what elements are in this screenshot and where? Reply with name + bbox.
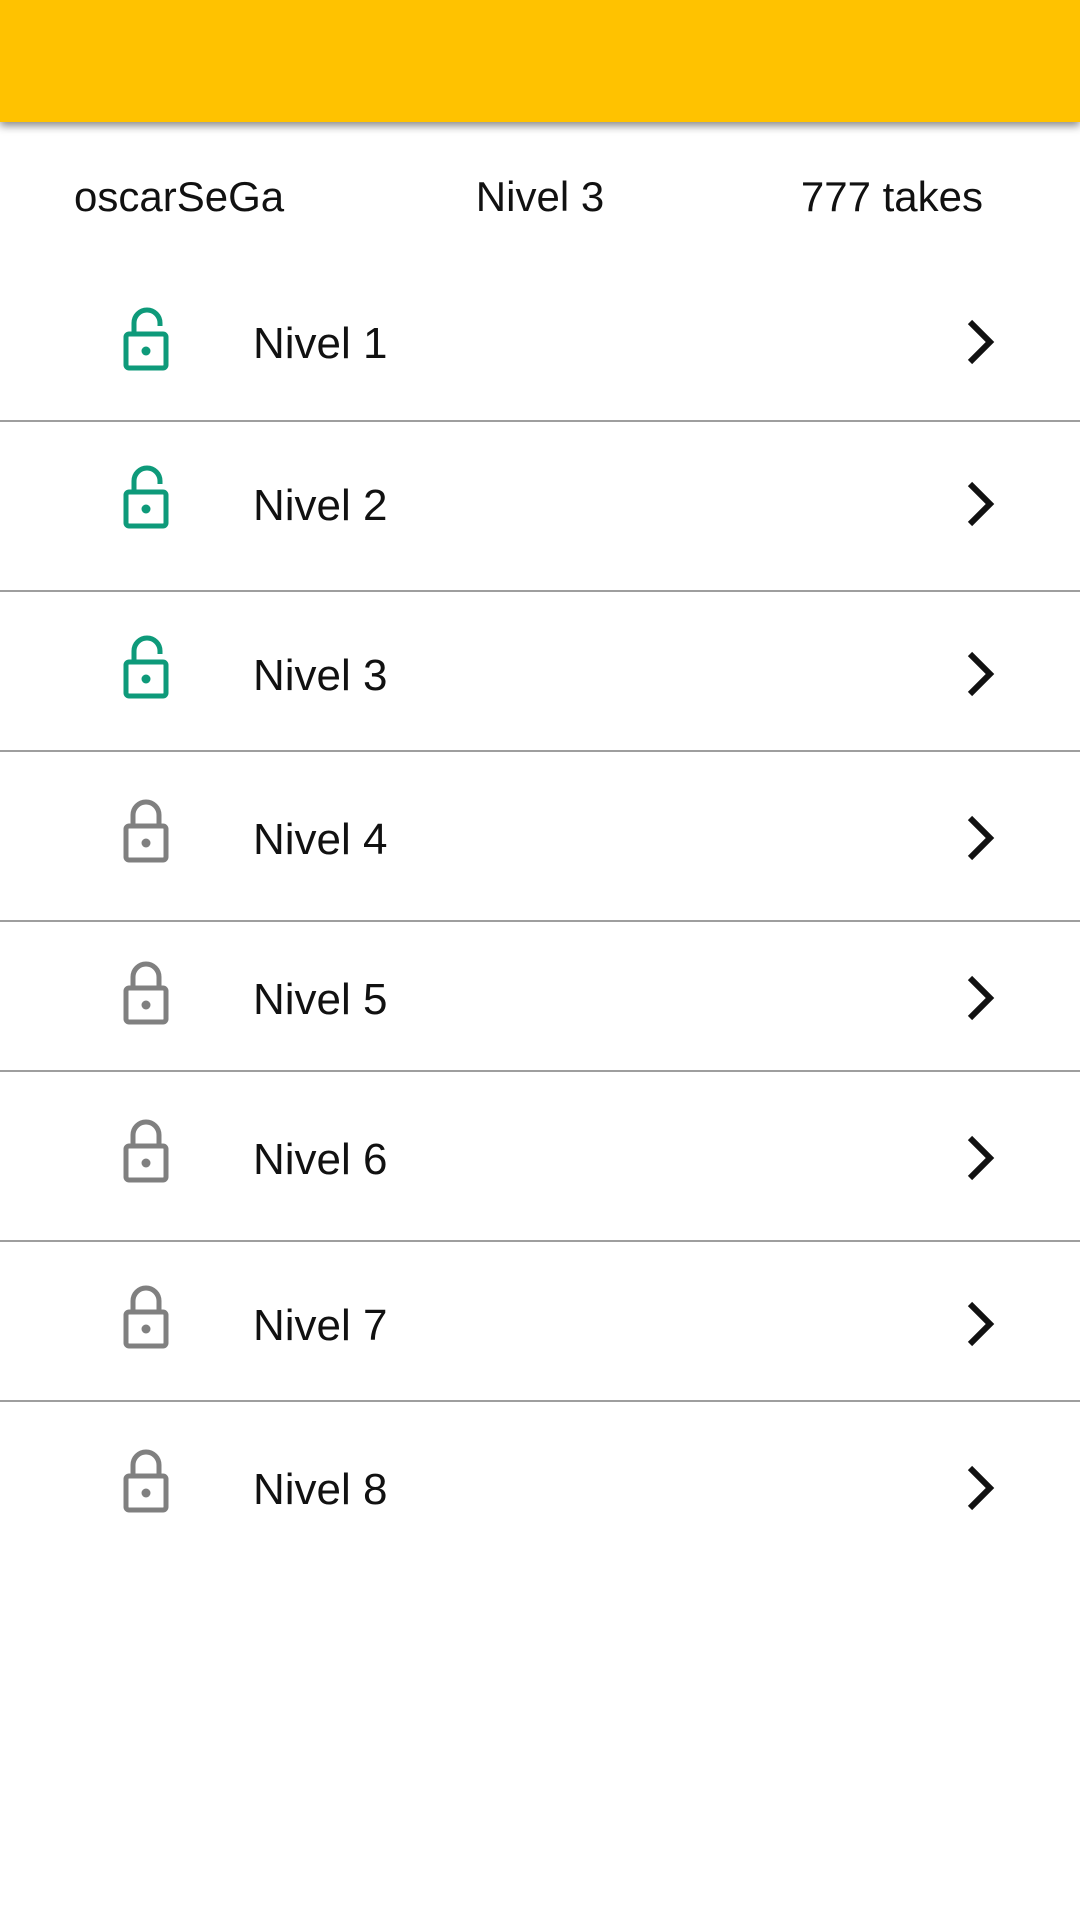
chevron-right-icon[interactable]	[960, 972, 1000, 1024]
level-label: Nivel 3	[253, 651, 388, 700]
chevron-right-icon[interactable]	[960, 1298, 1000, 1350]
chevron-right-icon[interactable]	[960, 648, 1000, 700]
level-row[interactable]: Nivel 4	[0, 750, 1080, 922]
lock-closed-icon	[122, 1284, 178, 1350]
user-stats-bar: oscarSeGa Nivel 3 777 takes	[0, 122, 1080, 272]
lock-closed-icon	[122, 1448, 178, 1514]
level-label: Nivel 2	[253, 481, 388, 530]
lock-closed-icon	[122, 960, 178, 1026]
level-label: Nivel 8	[253, 1465, 388, 1514]
level-row[interactable]: Nivel 1	[0, 272, 1080, 422]
level-row[interactable]: Nivel 2	[0, 420, 1080, 592]
level-label: Nivel 1	[253, 319, 388, 368]
level-label: Nivel 6	[253, 1135, 388, 1184]
chevron-right-icon[interactable]	[960, 316, 1000, 368]
app-bar	[0, 0, 1080, 122]
level-row[interactable]: Nivel 7	[0, 1240, 1080, 1402]
takes-count-label: 777 takes	[800, 173, 983, 220]
lock-open-icon	[122, 464, 178, 530]
lock-open-icon	[122, 306, 178, 372]
level-row[interactable]: Nivel 6	[0, 1070, 1080, 1242]
chevron-right-icon[interactable]	[960, 1132, 1000, 1184]
level-label: Nivel 7	[253, 1301, 388, 1350]
level-label: Nivel 4	[253, 815, 388, 864]
lock-closed-icon	[122, 798, 178, 864]
chevron-right-icon[interactable]	[960, 1462, 1000, 1514]
chevron-right-icon[interactable]	[960, 478, 1000, 530]
level-label: Nivel 5	[253, 975, 388, 1024]
lock-open-icon	[122, 634, 178, 700]
chevron-right-icon[interactable]	[960, 812, 1000, 864]
level-row[interactable]: Nivel 5	[0, 920, 1080, 1072]
level-row[interactable]: Nivel 8	[0, 1400, 1080, 1570]
level-row[interactable]: Nivel 3	[0, 590, 1080, 752]
lock-closed-icon	[122, 1118, 178, 1184]
